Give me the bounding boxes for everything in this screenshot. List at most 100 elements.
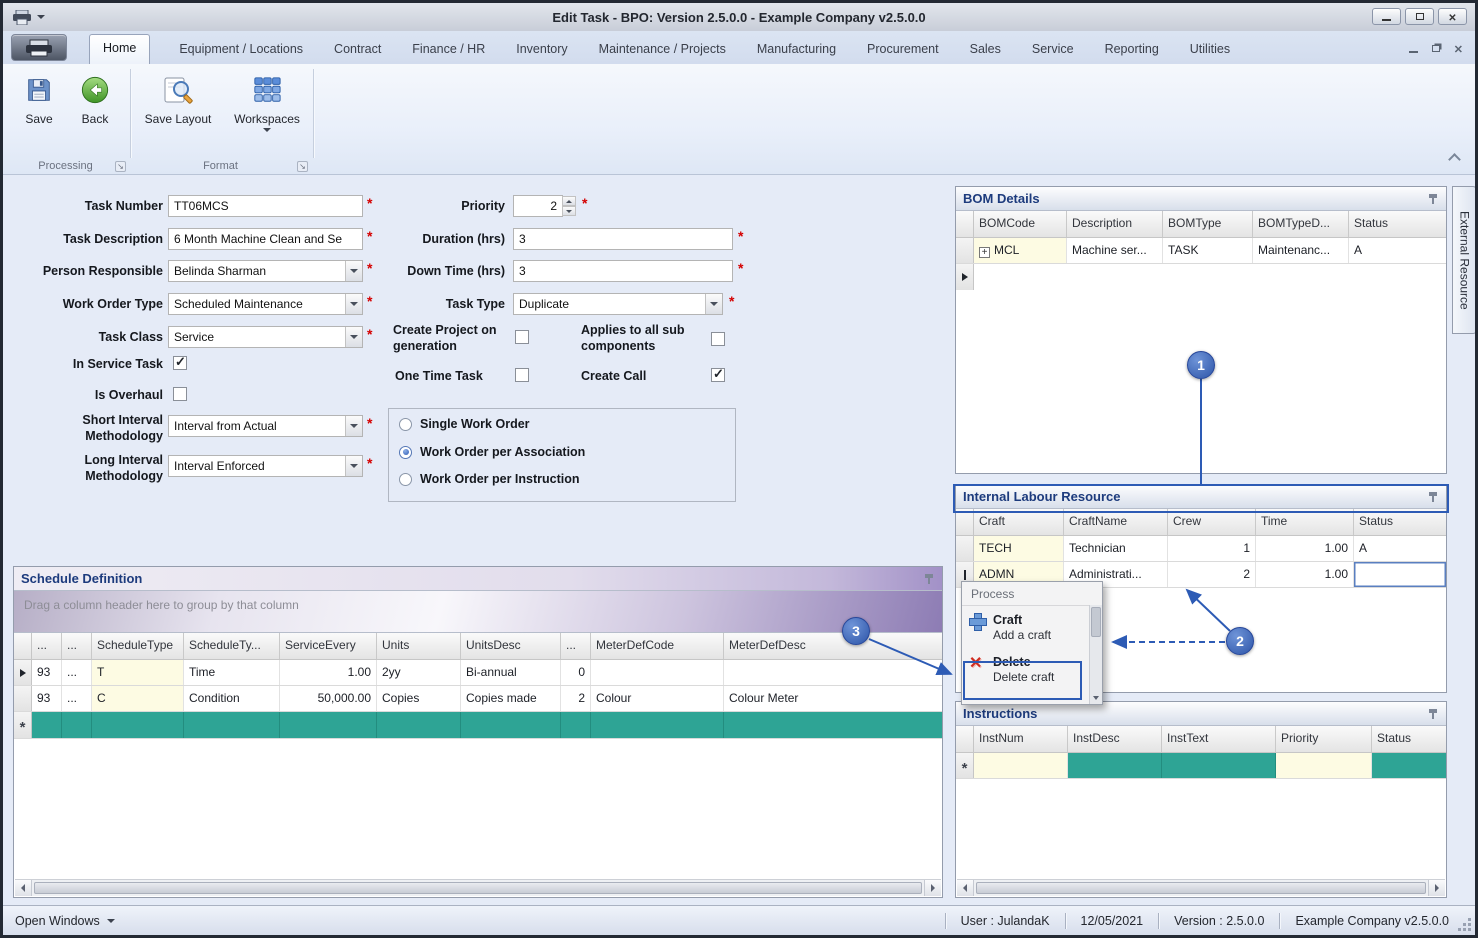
- menu-item-add-craft[interactable]: Craft Add a craft: [962, 606, 1086, 648]
- group-by-area[interactable]: Drag a column header here to group by th…: [14, 591, 942, 633]
- column-header[interactable]: Priority: [1276, 726, 1372, 752]
- column-header[interactable]: MeterDefCode: [591, 633, 724, 659]
- pin-icon[interactable]: [1428, 708, 1439, 720]
- scroll-left-icon[interactable]: [15, 880, 32, 896]
- format-dialog-launcher[interactable]: [297, 161, 308, 172]
- pin-icon[interactable]: [924, 573, 935, 585]
- column-header[interactable]: CraftName: [1064, 509, 1168, 535]
- create-call-checkbox[interactable]: [711, 366, 725, 382]
- radio-work-order-per-instruction[interactable]: Work Order per Instruction: [399, 472, 580, 486]
- column-header[interactable]: InstDesc: [1068, 726, 1162, 752]
- child-minimize-icon[interactable]: [1408, 50, 1418, 53]
- down-time-input[interactable]: [513, 260, 733, 282]
- task-number-input[interactable]: [168, 195, 363, 217]
- column-header[interactable]: BOMCode: [974, 211, 1067, 237]
- schedule-row-condition[interactable]: 93 ... C Condition 50,000.00 Copies Copi…: [14, 686, 942, 712]
- tab-sales[interactable]: Sales: [968, 35, 1003, 64]
- column-header[interactable]: BOMTypeD...: [1253, 211, 1349, 237]
- child-close-icon[interactable]: [1454, 41, 1463, 56]
- radio-work-order-per-association[interactable]: Work Order per Association: [399, 445, 585, 459]
- long-interval-select[interactable]: Interval Enforced: [168, 455, 363, 477]
- is-overhaul-checkbox[interactable]: [173, 387, 187, 401]
- task-description-input[interactable]: [168, 228, 363, 250]
- pin-icon[interactable]: [1428, 491, 1439, 503]
- tab-inventory[interactable]: Inventory: [514, 35, 569, 64]
- tab-equipment-locations[interactable]: Equipment / Locations: [177, 35, 305, 64]
- pin-icon[interactable]: [1428, 193, 1439, 205]
- scroll-left-icon[interactable]: [957, 880, 974, 896]
- schedule-row-time[interactable]: 93 ... T Time 1.00 2yy Bi-annual 0: [14, 660, 942, 686]
- person-responsible-select[interactable]: Belinda Sharman: [168, 260, 363, 282]
- column-header[interactable]: InstText: [1162, 726, 1276, 752]
- duration-input[interactable]: [513, 228, 733, 250]
- column-header[interactable]: ScheduleType: [92, 633, 184, 659]
- task-class-select[interactable]: Service: [168, 326, 363, 348]
- child-restore-icon[interactable]: [1431, 45, 1440, 52]
- bom-row-mcl[interactable]: MCL Machine ser... TASK Maintenanc... A: [956, 238, 1446, 264]
- radio-single-work-order[interactable]: Single Work Order: [399, 417, 530, 431]
- tab-utilities[interactable]: Utilities: [1188, 35, 1232, 64]
- context-menu-scrollbar[interactable]: [1089, 605, 1102, 704]
- maximize-button[interactable]: [1405, 8, 1434, 25]
- column-header[interactable]: Status: [1349, 211, 1446, 237]
- application-menu-button[interactable]: [11, 34, 67, 61]
- cell-ellipsis-button[interactable]: ...: [62, 660, 92, 685]
- external-resource-tab[interactable]: External Resource: [1452, 186, 1475, 334]
- save-button[interactable]: Save: [13, 72, 65, 126]
- chevron-down-icon[interactable]: [345, 294, 362, 314]
- column-header[interactable]: ScheduleTy...: [184, 633, 280, 659]
- collapse-ribbon-icon[interactable]: [1448, 153, 1461, 166]
- scroll-down-icon[interactable]: [1090, 691, 1102, 704]
- column-header[interactable]: InstNum: [974, 726, 1068, 752]
- short-interval-select[interactable]: Interval from Actual: [168, 415, 363, 437]
- task-type-select[interactable]: Duplicate: [513, 293, 723, 315]
- chevron-down-icon[interactable]: [345, 327, 362, 347]
- scrollbar-thumb[interactable]: [976, 882, 1426, 894]
- minimize-button[interactable]: [1372, 8, 1401, 25]
- schedule-horizontal-scrollbar[interactable]: [15, 879, 941, 896]
- tab-procurement[interactable]: Procurement: [865, 35, 941, 64]
- priority-input[interactable]: [513, 195, 563, 217]
- tab-home[interactable]: Home: [89, 34, 151, 64]
- priority-spinner[interactable]: [562, 196, 576, 216]
- one-time-task-checkbox[interactable]: [515, 368, 529, 382]
- chevron-down-icon[interactable]: [345, 456, 362, 476]
- column-header[interactable]: Status: [1354, 509, 1446, 535]
- processing-dialog-launcher[interactable]: [115, 161, 126, 172]
- resize-grip[interactable]: [1458, 918, 1472, 932]
- column-header[interactable]: ServiceEvery: [280, 633, 377, 659]
- column-header[interactable]: ...: [561, 633, 591, 659]
- in-service-task-checkbox[interactable]: [173, 354, 187, 370]
- chevron-down-icon[interactable]: [345, 416, 362, 436]
- workspaces-button[interactable]: Workspaces: [229, 72, 305, 132]
- back-button[interactable]: Back: [69, 72, 121, 126]
- instructions-new-row[interactable]: [956, 753, 1446, 779]
- scroll-right-icon[interactable]: [924, 880, 941, 896]
- schedule-new-row[interactable]: [14, 712, 942, 739]
- save-layout-button[interactable]: Save Layout: [141, 72, 215, 126]
- chevron-down-icon[interactable]: [705, 294, 722, 314]
- menu-item-delete-craft[interactable]: Delete Delete craft: [962, 648, 1086, 690]
- close-button[interactable]: [1438, 8, 1467, 25]
- bom-current-row[interactable]: [956, 264, 1446, 290]
- column-header[interactable]: Description: [1067, 211, 1163, 237]
- open-windows-button[interactable]: Open Windows: [3, 914, 115, 928]
- scroll-right-icon[interactable]: [1428, 880, 1445, 896]
- tab-service[interactable]: Service: [1030, 35, 1076, 64]
- cell-status-editing[interactable]: [1354, 562, 1446, 587]
- scrollbar-thumb[interactable]: [34, 882, 922, 894]
- instructions-horizontal-scrollbar[interactable]: [957, 879, 1445, 896]
- expand-icon[interactable]: [979, 247, 990, 258]
- column-header[interactable]: Craft: [974, 509, 1064, 535]
- applies-sub-checkbox[interactable]: [711, 332, 725, 346]
- chevron-down-icon[interactable]: [345, 261, 362, 281]
- column-header[interactable]: Time: [1256, 509, 1354, 535]
- tab-finance-hr[interactable]: Finance / HR: [410, 35, 487, 64]
- column-header[interactable]: Crew: [1168, 509, 1256, 535]
- column-header[interactable]: ...: [32, 633, 62, 659]
- scrollbar-thumb[interactable]: [1091, 607, 1101, 637]
- column-header[interactable]: Status: [1372, 726, 1446, 752]
- column-header[interactable]: UnitsDesc: [461, 633, 561, 659]
- column-header[interactable]: MeterDefDesc: [724, 633, 942, 659]
- column-header[interactable]: ...: [62, 633, 92, 659]
